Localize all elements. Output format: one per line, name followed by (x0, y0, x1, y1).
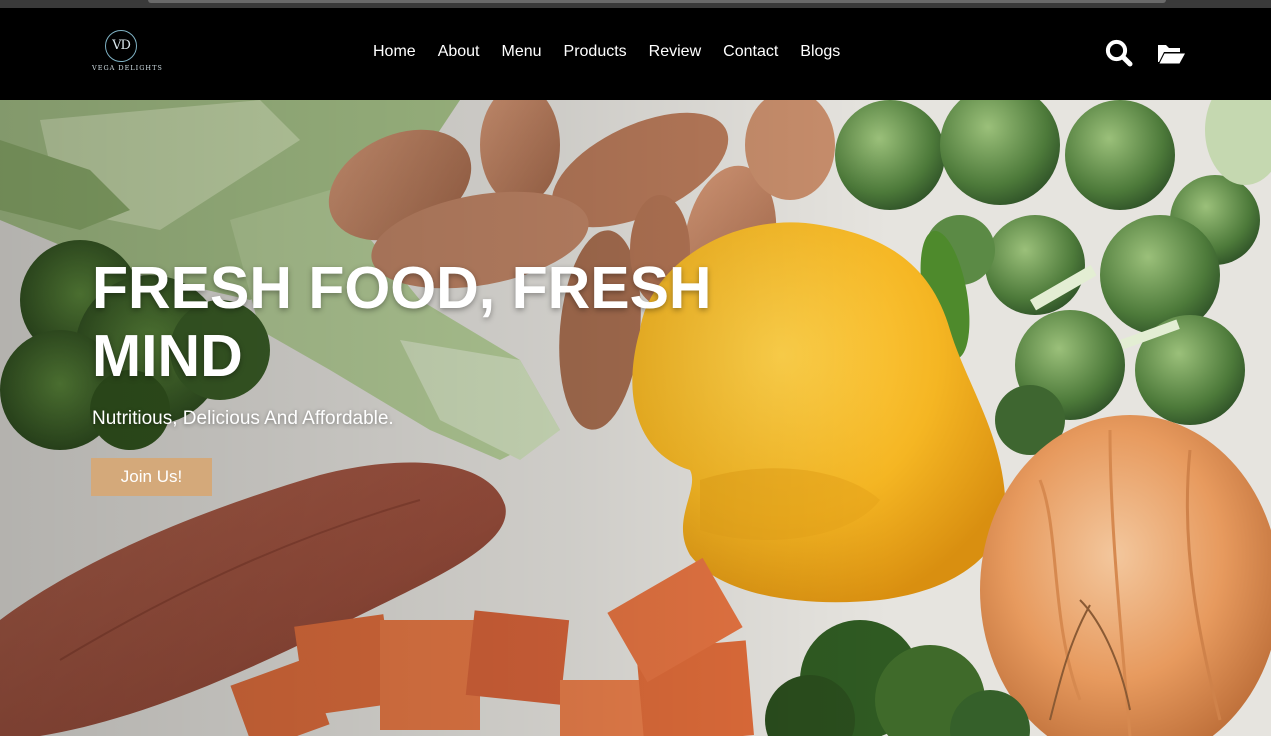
join-us-button[interactable]: Join Us! (91, 458, 212, 496)
hero-section: FRESH FOOD, FRESH MIND Nutritious, Delic… (0, 100, 1271, 736)
nav-link-home[interactable]: Home (373, 43, 416, 61)
logo-brand-name: VEGA DELIGHTS (92, 64, 163, 72)
nav-link-about[interactable]: About (438, 43, 480, 61)
nav-link-products[interactable]: Products (564, 43, 627, 61)
nav-link-menu[interactable]: Menu (502, 43, 542, 61)
hero-title: FRESH FOOD, FRESH MIND (92, 255, 712, 389)
nav-icons (1104, 38, 1187, 73)
navbar: VD VEGA DELIGHTS Home About Menu Product… (0, 8, 1271, 100)
search-icon[interactable] (1104, 38, 1134, 73)
nav-link-blogs[interactable]: Blogs (800, 43, 840, 61)
browser-scroll-pill (148, 0, 1166, 3)
nav-link-review[interactable]: Review (649, 43, 701, 61)
hero-subtitle: Nutritious, Delicious And Affordable. (92, 408, 394, 429)
logo-monogram: VD (105, 30, 137, 62)
folder-open-icon[interactable] (1155, 38, 1187, 73)
main-nav: Home About Menu Products Review Contact … (373, 43, 862, 61)
nav-link-contact[interactable]: Contact (723, 43, 778, 61)
brand-logo[interactable]: VD VEGA DELIGHTS (92, 30, 163, 74)
browser-top-strip (0, 0, 1271, 8)
